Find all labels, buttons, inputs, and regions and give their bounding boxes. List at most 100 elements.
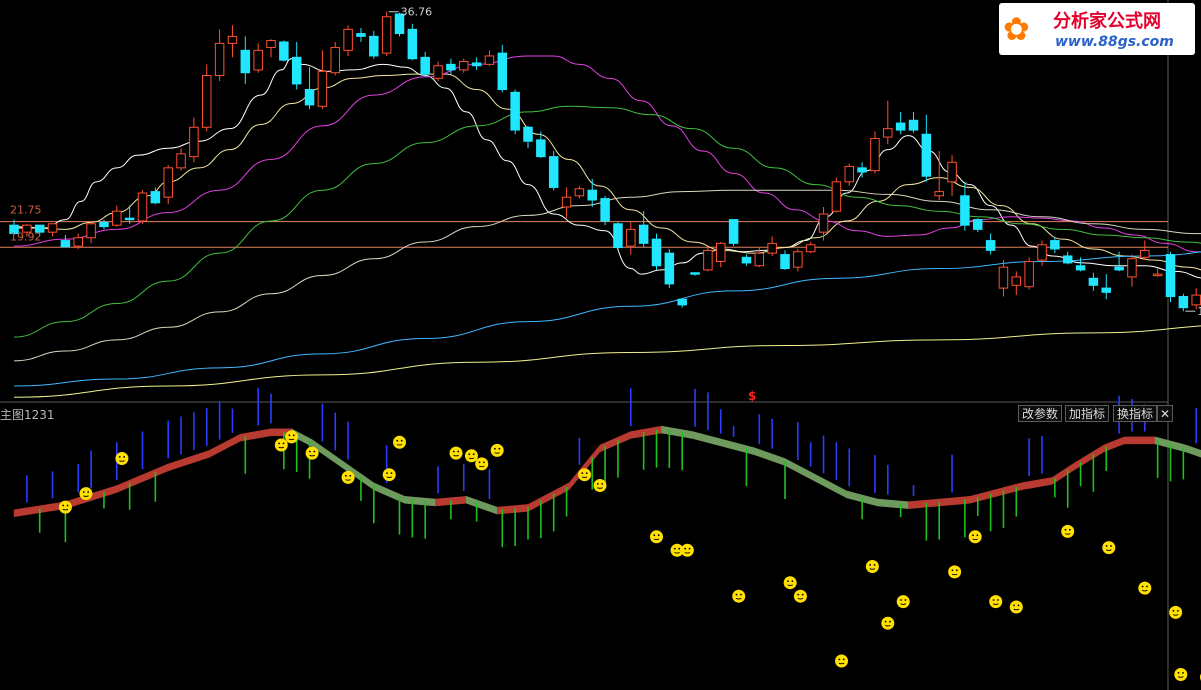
smiley-icon [382, 468, 396, 482]
stock-chart-app: 36.76 15.35 21.75 19.92 $ 主图1231 改参数 加指标 换指标… [0, 0, 1201, 690]
close-icon[interactable]: ✕ [1157, 405, 1174, 422]
band-segment-up [167, 450, 210, 472]
candle-down [973, 219, 983, 230]
candle-down [1101, 287, 1111, 293]
smiley-eye [1172, 609, 1175, 612]
candle-down [960, 195, 970, 226]
smiley-eye [1110, 545, 1112, 547]
smiley-icon [989, 595, 1003, 609]
candle-up [227, 35, 238, 44]
change-params-button[interactable]: 改参数 [1018, 405, 1063, 422]
ma10-line [13, 73, 1201, 271]
smiley-icon [464, 449, 478, 463]
add-indicator-button[interactable]: 加指标 [1065, 405, 1110, 422]
smiley-icon [58, 500, 72, 514]
dollar-marker: $ [748, 389, 756, 403]
candle-down [279, 41, 289, 61]
band-segment-up [908, 498, 940, 509]
smiley-icon [475, 457, 489, 471]
band-segment-down [1123, 436, 1156, 445]
smiley-eye [889, 620, 891, 623]
candle-down [1114, 266, 1124, 271]
smiley-eye [657, 534, 660, 537]
smiley-eye [976, 534, 979, 537]
candle-down [150, 191, 161, 204]
smiley-eye [1182, 672, 1184, 674]
smiley-eye [292, 434, 295, 437]
smiley-eye [62, 504, 65, 507]
smiley-eye [278, 442, 280, 445]
band-segment-up [969, 487, 1002, 504]
candle-down [99, 221, 109, 228]
smiley-eye [1013, 604, 1015, 607]
smiley-face [1138, 581, 1152, 595]
candle-down [536, 139, 546, 158]
moving-average-lines [13, 55, 1201, 398]
smiley-face [1102, 541, 1116, 555]
band-segment-down [692, 431, 724, 447]
smiley-eye [801, 593, 804, 596]
smiley-face [793, 589, 807, 603]
smiley-face [783, 576, 797, 590]
candle-up [626, 228, 636, 247]
candle-down [780, 254, 790, 270]
smiley-icon [285, 430, 299, 444]
smiley-eye [688, 547, 691, 550]
smiley-eye [118, 456, 121, 458]
smiley-icon [1138, 581, 1152, 595]
low-label: 15.35 [1197, 305, 1201, 318]
candle-down [728, 219, 739, 244]
smiley-face [490, 443, 504, 457]
band-segment-up [1072, 444, 1104, 472]
smiley-icon [341, 470, 355, 484]
candle-up [112, 210, 122, 226]
candle-up [266, 40, 276, 49]
candle-up [1191, 294, 1201, 306]
candle-down [523, 126, 533, 142]
candle-down [548, 156, 559, 188]
smiley-eye [1146, 585, 1148, 588]
smiley-face [835, 654, 849, 668]
smiley-icon [449, 446, 463, 460]
smiley-eye [472, 453, 475, 456]
smiley-face [274, 438, 288, 452]
smiley-eye [345, 474, 347, 477]
smiley-icon [490, 443, 504, 457]
smiley-eye [313, 450, 316, 453]
smiley-icon [680, 543, 694, 557]
candle-down [1050, 240, 1060, 250]
candle-up [716, 242, 726, 263]
smiley-eye [1105, 545, 1108, 547]
candle-up [574, 188, 585, 197]
smiley-face [475, 457, 489, 471]
smiley-face [896, 595, 910, 609]
smiley-face [948, 565, 962, 579]
smiley-icon [835, 654, 849, 668]
candle-down [420, 56, 430, 75]
smiley-face [115, 452, 129, 465]
candle-up [202, 75, 212, 128]
candle-up [484, 55, 495, 65]
smiley-eye [386, 472, 388, 474]
smiley-icon [948, 565, 962, 579]
candle-down [304, 89, 315, 106]
swap-indicator-button[interactable]: 换指标 [1113, 405, 1158, 422]
candle-up [870, 137, 880, 172]
smiley-eye [673, 547, 676, 550]
smiley-eye [123, 456, 126, 458]
smiley-eye [457, 450, 460, 453]
smiley-eye [735, 593, 738, 596]
smiley-eye [494, 447, 496, 450]
band-segment-down [877, 498, 909, 509]
candle-down [651, 238, 662, 267]
candle-up [947, 161, 957, 183]
smiley-eye [972, 534, 974, 537]
candle-up [47, 223, 58, 233]
smiley-face [1061, 524, 1075, 538]
candle-down [60, 240, 71, 248]
smiley-face [865, 560, 879, 573]
smiley-eye [468, 453, 471, 456]
candle-up [330, 47, 340, 74]
smiley-face [1174, 668, 1188, 681]
candle-down [857, 167, 867, 173]
